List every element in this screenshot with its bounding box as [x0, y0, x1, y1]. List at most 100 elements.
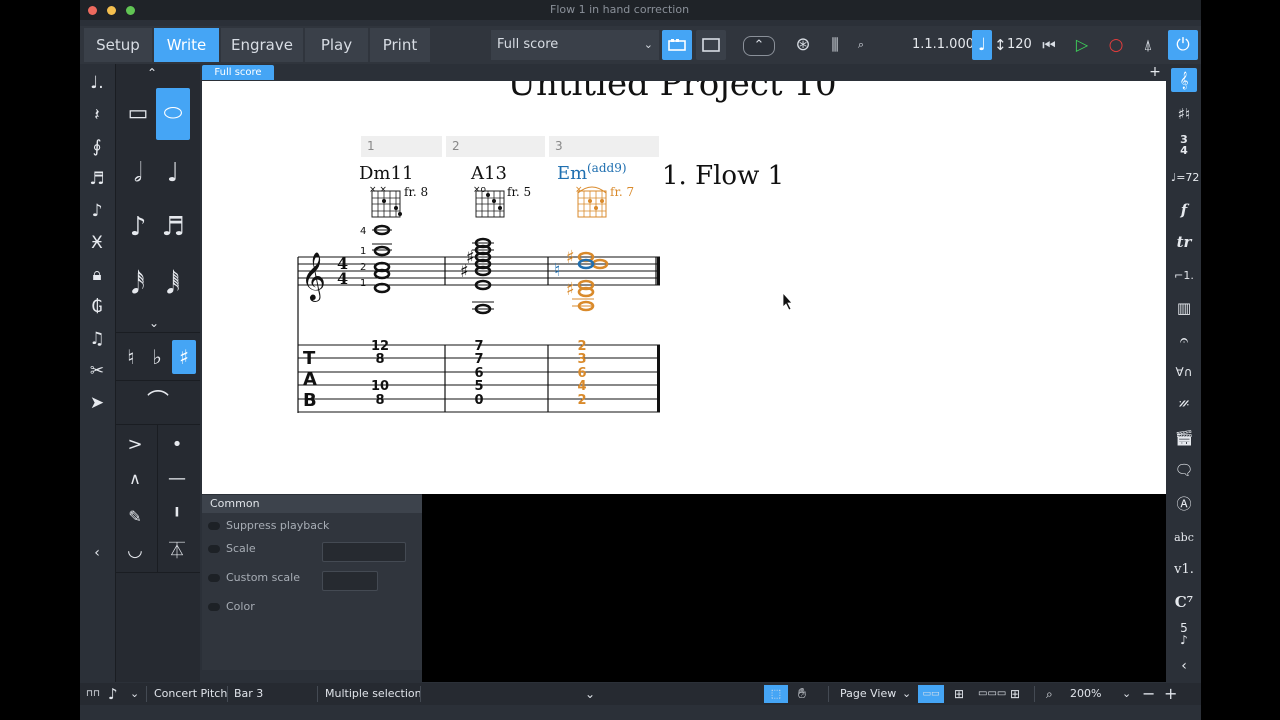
- fingering-icon[interactable]: 5 ♪: [1171, 622, 1197, 646]
- mode-tab-print[interactable]: Print: [370, 28, 430, 62]
- mixer-faders-button[interactable]: ⫼: [824, 30, 846, 60]
- marcato-button[interactable]: ∧: [118, 462, 152, 496]
- scale-field[interactable]: [322, 542, 406, 562]
- ornaments-icon[interactable]: tr: [1171, 230, 1197, 254]
- play-button[interactable]: ▷: [1070, 30, 1094, 60]
- galley-view-button[interactable]: [662, 30, 692, 60]
- power-button[interactable]: ⏻: [1168, 30, 1198, 60]
- tempo-icon[interactable]: ♩=72: [1171, 166, 1199, 190]
- single-pages-button[interactable]: ▭▭▭: [978, 683, 1006, 705]
- voice-icon[interactable]: ♫: [86, 328, 108, 350]
- minimize-window-button[interactable]: [107, 6, 116, 15]
- spreads-grid-button[interactable]: ⊞: [954, 683, 964, 705]
- ear-icon[interactable]: 𝄏: [1171, 392, 1197, 416]
- flat-button[interactable]: ♭: [144, 340, 170, 374]
- properties-group-header[interactable]: Common: [202, 495, 422, 513]
- scissors-icon[interactable]: ✂: [86, 360, 108, 382]
- holds-pauses-icon[interactable]: 𝄐: [1171, 328, 1197, 352]
- property-row[interactable]: Suppress playback: [208, 519, 329, 533]
- text-icon[interactable]: Ⓐ: [1171, 492, 1197, 516]
- sharp-button[interactable]: ♯: [172, 340, 196, 374]
- toggle-switch[interactable]: [208, 603, 220, 611]
- layout-selector[interactable]: Full score ⌄: [491, 30, 659, 60]
- select-arrow-icon[interactable]: ➤: [86, 392, 108, 414]
- mode-tab-write[interactable]: Write: [154, 28, 219, 62]
- chevron-down-icon[interactable]: ⌄: [1122, 683, 1131, 705]
- add-tab-button[interactable]: +: [1146, 65, 1164, 80]
- record-button[interactable]: ○: [1104, 30, 1128, 60]
- chord-symbols-icon[interactable]: C⁷: [1171, 590, 1197, 614]
- comments-icon[interactable]: 🗨︎: [1171, 458, 1197, 482]
- playing-techniques-icon[interactable]: ∀∩: [1171, 360, 1197, 384]
- clapper-icon[interactable]: 🎬︎: [1171, 426, 1197, 450]
- toggle-switch[interactable]: [208, 545, 220, 553]
- note-input-mode-icon[interactable]: ♪: [108, 683, 118, 705]
- sixteenth-note-button[interactable]: ♬: [156, 210, 190, 244]
- whole-note-button[interactable]: ⬭: [156, 88, 190, 140]
- 32nd-note-button[interactable]: 𝅘𝅥𝅰: [121, 268, 155, 302]
- concert-pitch-toggle[interactable]: Concert Pitch: [154, 683, 227, 705]
- pages-vertical-button[interactable]: ⊞: [1010, 683, 1020, 705]
- fermata-button[interactable]: ◡: [118, 534, 152, 568]
- mixer-button[interactable]: ⊛: [790, 30, 816, 60]
- chevron-down-icon[interactable]: ⌄: [902, 683, 911, 705]
- toggle-switch[interactable]: [208, 574, 220, 582]
- custom-scale-field[interactable]: [322, 571, 378, 591]
- slur-button[interactable]: ⌒: [134, 386, 182, 420]
- property-row[interactable]: Custom scale: [208, 571, 300, 585]
- mode-tab-engrave[interactable]: Engrave: [221, 28, 303, 62]
- zoom-window-button[interactable]: [126, 6, 135, 15]
- 64th-note-button[interactable]: 𝅘𝅥𝅱: [156, 268, 190, 302]
- mode-tab-play[interactable]: Play: [305, 28, 368, 62]
- slash-icon[interactable]: ∮: [86, 136, 108, 158]
- repeat-endings-icon[interactable]: ⌐1.: [1171, 264, 1197, 288]
- chevron-down-icon[interactable]: ⌄: [130, 683, 139, 705]
- staccatissimo-button[interactable]: ✎: [118, 500, 152, 534]
- chevron-down-icon[interactable]: ⌄: [585, 683, 595, 705]
- half-note-alt-button[interactable]: ♩: [156, 156, 190, 190]
- scroll-up-icon[interactable]: ⌃: [147, 66, 157, 80]
- grace-note-icon[interactable]: ♪: [86, 200, 108, 222]
- insert-icon[interactable]: ₲: [86, 296, 108, 318]
- stress-button[interactable]: ⏄: [160, 534, 194, 568]
- tempo-mode-button[interactable]: ♩: [972, 30, 992, 60]
- note-input-icon[interactable]: ♩.: [86, 72, 108, 94]
- dynamics-icon[interactable]: f: [1171, 198, 1197, 222]
- tenuto-button[interactable]: —: [160, 462, 194, 496]
- lock-icon[interactable]: 🔒︎: [86, 264, 108, 286]
- bar-lines-icon[interactable]: ▥: [1171, 296, 1197, 320]
- metronome-button[interactable]: ⍋: [1136, 30, 1160, 60]
- eighth-note-button[interactable]: ♪: [121, 210, 155, 244]
- zoom-in-button[interactable]: +: [1164, 683, 1177, 705]
- clefs-icon[interactable]: 𝄞: [1171, 68, 1197, 92]
- panel-toggle-icon[interactable]: ⊓⊓: [86, 683, 100, 705]
- tab-full-score[interactable]: Full score: [202, 65, 274, 80]
- score-page[interactable]: Untitled Project 10 1. Flow 1 1 2 3 Dm11…: [202, 81, 1166, 494]
- tuplet-icon[interactable]: Ӿ: [86, 232, 108, 254]
- key-signatures-icon[interactable]: ♯♮: [1171, 102, 1197, 126]
- rewind-button[interactable]: ⏮: [1037, 30, 1061, 60]
- property-row[interactable]: Scale: [208, 542, 256, 556]
- half-note-button[interactable]: 𝅗𝅥: [121, 156, 155, 190]
- toggle-panels-button[interactable]: ⌃: [743, 36, 775, 56]
- scroll-down-icon[interactable]: ⌄: [149, 316, 159, 330]
- wedge-button[interactable]: ╹: [160, 500, 194, 534]
- accent-button[interactable]: >: [118, 428, 152, 462]
- collapse-right-panel-icon[interactable]: ‹: [1171, 654, 1197, 678]
- zoom-out-button[interactable]: −: [1142, 683, 1155, 705]
- view-selector[interactable]: Page View: [840, 683, 896, 705]
- staccato-button[interactable]: •: [160, 428, 194, 462]
- zoom-level[interactable]: 200%: [1070, 683, 1101, 705]
- lyrics-icon[interactable]: abc: [1171, 526, 1197, 550]
- collapse-panel-icon[interactable]: ‹: [86, 542, 108, 564]
- spreads-horizontal-button[interactable]: ▭▭: [918, 685, 944, 703]
- property-row[interactable]: Color: [208, 600, 255, 614]
- marquee-select-button[interactable]: ⬚: [764, 685, 788, 703]
- close-window-button[interactable]: [88, 6, 97, 15]
- natural-button[interactable]: ♮: [118, 340, 144, 374]
- rest-icon[interactable]: 𝄽: [86, 104, 108, 126]
- tempo-value[interactable]: 120: [1007, 30, 1032, 60]
- mode-tab-setup[interactable]: Setup: [84, 28, 152, 62]
- figured-bass-icon[interactable]: v1.: [1171, 558, 1197, 582]
- toggle-switch[interactable]: [208, 522, 220, 530]
